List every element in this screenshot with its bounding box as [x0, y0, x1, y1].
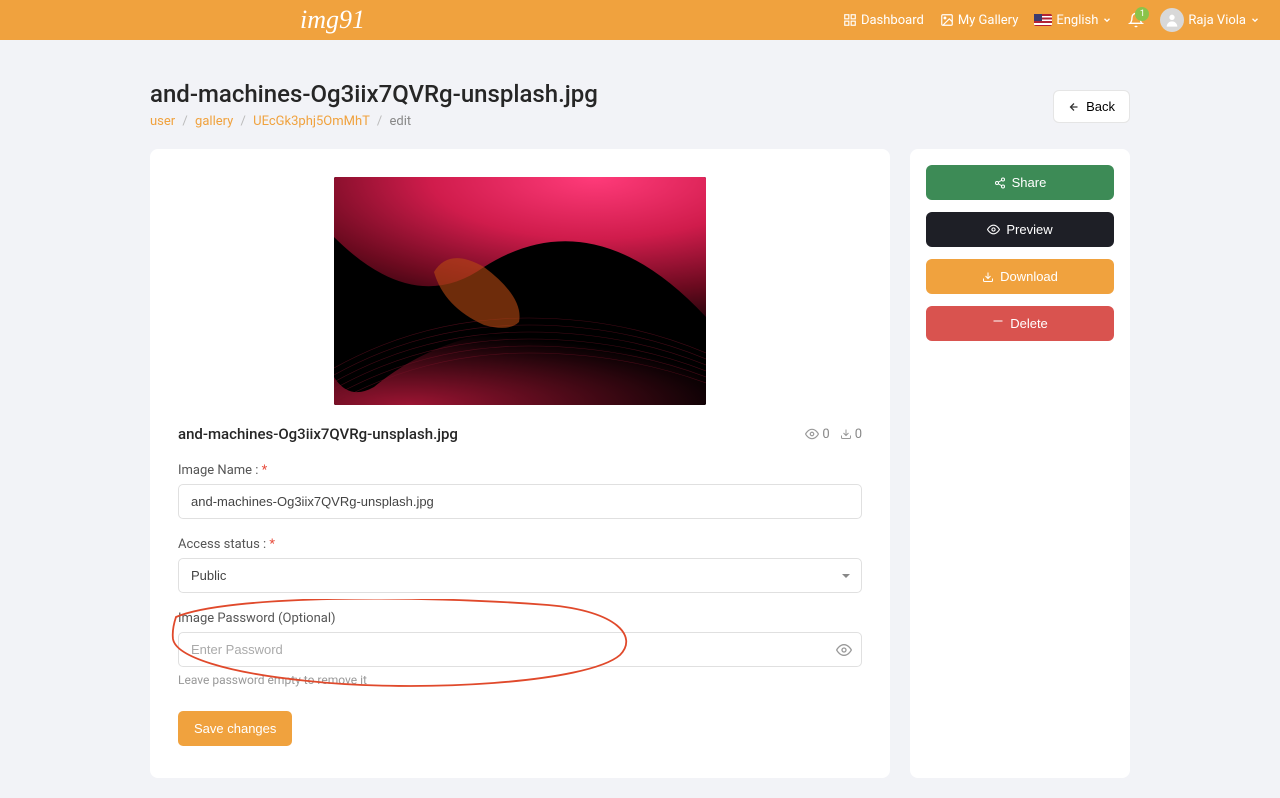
- chevron-down-icon: [1102, 15, 1112, 25]
- delete-button[interactable]: Delete: [926, 306, 1114, 341]
- logo[interactable]: img91: [300, 5, 365, 35]
- image-name: and-machines-Og3iix7QVRg-unsplash.jpg: [178, 425, 458, 443]
- download-button[interactable]: Download: [926, 259, 1114, 294]
- image-name-label: Image Name : *: [178, 463, 862, 478]
- user-name-label: Raja Viola: [1188, 13, 1246, 28]
- nav-dashboard[interactable]: Dashboard: [843, 13, 924, 28]
- main-card: and-machines-Og3iix7QVRg-unsplash.jpg 0 …: [150, 149, 890, 778]
- image-name-input[interactable]: [178, 484, 862, 519]
- views-stat: 0: [805, 427, 829, 442]
- back-label: Back: [1086, 99, 1115, 114]
- preview-button[interactable]: Preview: [926, 212, 1114, 247]
- breadcrumb-user[interactable]: user: [150, 114, 175, 129]
- breadcrumb-gallery[interactable]: gallery: [195, 114, 233, 129]
- password-input[interactable]: [178, 632, 862, 667]
- back-button[interactable]: Back: [1053, 90, 1130, 123]
- image-preview: [334, 177, 706, 405]
- save-changes-button[interactable]: Save changes: [178, 711, 292, 746]
- preview-label: Preview: [1006, 222, 1052, 237]
- delete-label: Delete: [1010, 316, 1048, 331]
- eye-icon: [805, 427, 819, 441]
- nav-gallery[interactable]: My Gallery: [940, 13, 1019, 28]
- gallery-icon: [940, 13, 954, 27]
- language-selector[interactable]: English: [1034, 13, 1112, 28]
- download-label: Download: [1000, 269, 1058, 284]
- notifications-button[interactable]: 1: [1128, 12, 1144, 28]
- language-label: English: [1056, 13, 1098, 28]
- notification-badge: 1: [1135, 7, 1149, 21]
- eye-icon: [987, 223, 1000, 236]
- nav-dashboard-label: Dashboard: [861, 13, 924, 28]
- breadcrumb-current: edit: [389, 114, 411, 129]
- flag-us-icon: [1034, 14, 1052, 26]
- dashboard-icon: [843, 13, 857, 27]
- breadcrumb-id[interactable]: UEcGk3phj5OmMhT: [253, 114, 370, 129]
- side-card: Share Preview Download Delete: [910, 149, 1130, 778]
- toggle-password-button[interactable]: [836, 642, 852, 658]
- share-icon: [994, 177, 1006, 189]
- user-menu[interactable]: Raja Viola: [1160, 8, 1260, 32]
- access-status-select[interactable]: Public: [178, 558, 862, 593]
- nav-gallery-label: My Gallery: [958, 13, 1019, 28]
- downloads-stat: 0: [840, 427, 862, 442]
- share-button[interactable]: Share: [926, 165, 1114, 200]
- access-status-label: Access status : *: [178, 537, 862, 552]
- chevron-down-icon: [1250, 15, 1260, 25]
- breadcrumb: user / gallery / UEcGk3phj5OmMhT / edit: [150, 114, 598, 129]
- arrow-left-icon: [1068, 101, 1080, 113]
- avatar: [1160, 8, 1184, 32]
- page-title: and-machines-Og3iix7QVRg-unsplash.jpg: [150, 80, 598, 108]
- trash-icon: [992, 318, 1004, 330]
- download-icon: [840, 428, 852, 440]
- download-icon: [982, 271, 994, 283]
- share-label: Share: [1012, 175, 1047, 190]
- eye-icon: [836, 642, 852, 658]
- top-header: img91 Dashboard My Gallery English 1: [0, 0, 1280, 40]
- downloads-count: 0: [855, 427, 862, 442]
- password-label: Image Password (Optional): [178, 611, 862, 626]
- views-count: 0: [822, 427, 829, 442]
- password-hint: Leave password empty to remove it: [178, 673, 862, 687]
